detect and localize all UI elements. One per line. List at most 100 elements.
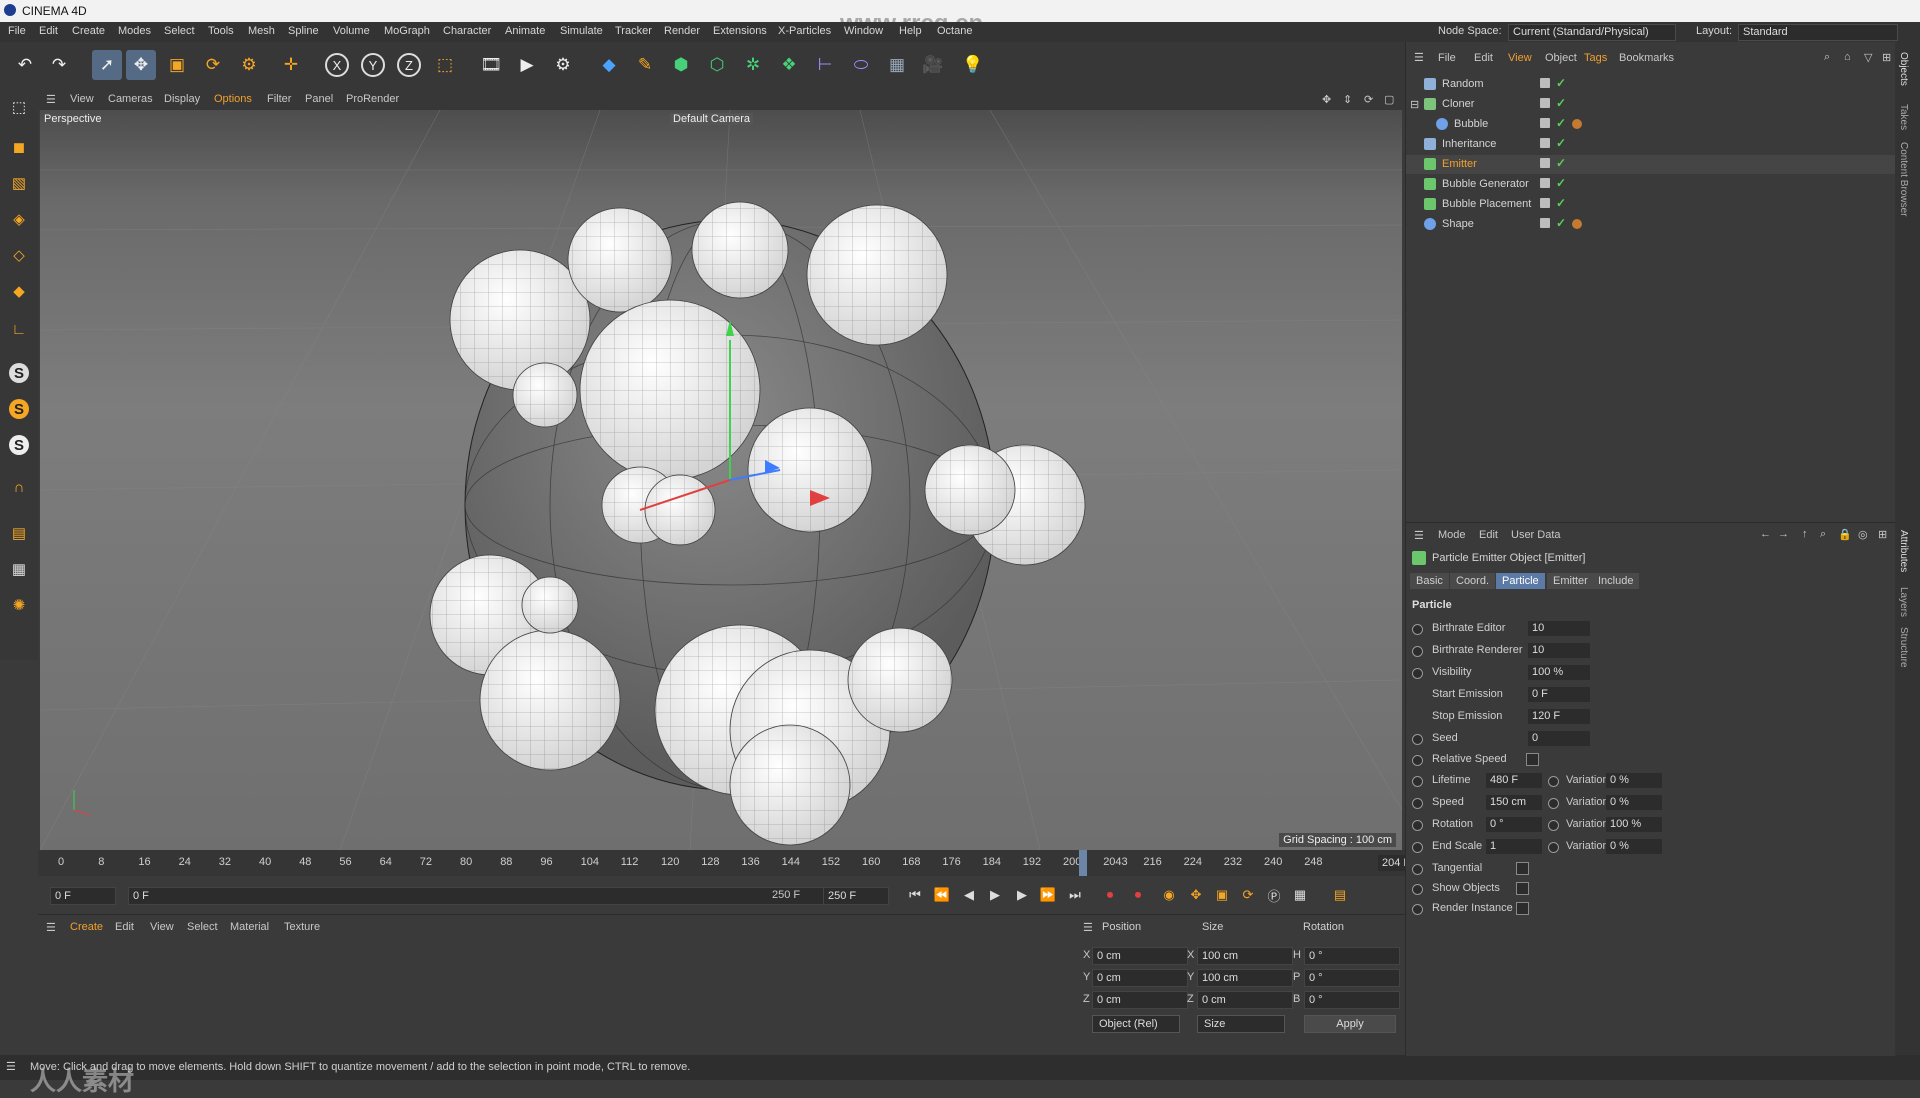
camera-label[interactable]: Default Camera <box>670 113 754 125</box>
layer-check-icon[interactable] <box>1540 98 1550 108</box>
pen-icon[interactable]: ✎ <box>630 50 660 80</box>
hamburger-icon[interactable]: ☰ <box>46 93 56 106</box>
object-row-inheritance[interactable]: Inheritance ✓ <box>1406 135 1896 154</box>
status-menu-icon[interactable]: ☰ <box>6 1060 16 1073</box>
menu-tools[interactable]: Tools <box>208 25 234 37</box>
record-keys-icon[interactable]: ⏺ <box>1099 884 1121 906</box>
vp-menu-panel[interactable]: Panel <box>305 93 333 105</box>
speed-variation-field[interactable]: 0 % <box>1606 795 1662 810</box>
material-tag-icon[interactable] <box>1572 119 1582 129</box>
make-editable-icon[interactable]: ⬚ <box>4 92 34 122</box>
vp-menu-filter[interactable]: Filter <box>267 93 291 105</box>
size-x-field[interactable]: 100 cm <box>1197 947 1293 965</box>
position-x-field[interactable]: 0 cm <box>1092 947 1188 965</box>
tab-particle[interactable]: Particle <box>1496 573 1545 589</box>
filter-icon[interactable]: ▽ <box>1864 51 1872 64</box>
layer-check-icon[interactable] <box>1540 138 1550 148</box>
enabled-check-icon[interactable]: ✓ <box>1556 176 1566 190</box>
mat-menu-view[interactable]: View <box>150 921 174 933</box>
render-region-icon[interactable]: 🎞 <box>476 50 506 80</box>
rotation-h-field[interactable]: 0 ° <box>1304 947 1400 965</box>
snap-s3-icon[interactable]: S <box>4 430 34 460</box>
target-icon[interactable]: ◎ <box>1858 528 1868 541</box>
dock-tab-content-browser[interactable]: Content Browser <box>1898 142 1909 216</box>
object-row-bubble-generator[interactable]: Bubble Generator ✓ <box>1406 175 1896 194</box>
menu-simulate[interactable]: Simulate <box>560 25 603 37</box>
lock-icon[interactable]: 🔒 <box>1838 528 1852 541</box>
z-axis-icon[interactable]: Z <box>394 50 424 80</box>
cube-icon[interactable]: ◆ <box>594 50 624 80</box>
workplane-icon[interactable]: ▤ <box>4 518 34 548</box>
mat-menu-texture[interactable]: Texture <box>284 921 320 933</box>
rotation-variation-field[interactable]: 100 % <box>1606 817 1662 832</box>
edges-mode-icon[interactable]: ◇ <box>4 240 34 270</box>
menu-xparticles[interactable]: X-Particles <box>778 25 831 37</box>
key-scale-icon[interactable]: ▣ <box>1211 884 1233 906</box>
attr-hamburger-icon[interactable]: ☰ <box>1414 529 1424 542</box>
model-mode-icon[interactable]: ◼ <box>4 132 34 162</box>
size-y-field[interactable]: 100 cm <box>1197 969 1293 987</box>
light-icon[interactable]: 💡 <box>958 50 988 80</box>
enabled-check-icon[interactable]: ✓ <box>1556 96 1566 110</box>
layer-check-icon[interactable] <box>1540 178 1550 188</box>
menu-create[interactable]: Create <box>72 25 105 37</box>
size-z-field[interactable]: 0 cm <box>1197 991 1293 1009</box>
cloner-icon[interactable]: ✲ <box>738 50 768 80</box>
obj-menu-object[interactable]: Object <box>1545 52 1577 64</box>
magnet-icon[interactable]: ∩ <box>4 472 34 502</box>
axis-mode-icon[interactable]: ∟ <box>4 314 34 344</box>
animate-radio-icon[interactable] <box>1412 734 1423 745</box>
layer-check-icon[interactable] <box>1540 158 1550 168</box>
search-icon[interactable]: ⌕ <box>1824 51 1830 64</box>
stop-emission-field[interactable]: 120 F <box>1528 709 1590 724</box>
layer-check-icon[interactable] <box>1540 218 1550 228</box>
snap-s-icon[interactable]: S <box>4 358 34 388</box>
animate-radio-icon[interactable] <box>1412 904 1423 915</box>
object-row-bubble[interactable]: Bubble ✓ <box>1406 115 1896 134</box>
key-rotation-icon[interactable]: ⟳ <box>1237 884 1259 906</box>
field-icon[interactable]: ⬭ <box>846 50 876 80</box>
menu-spline[interactable]: Spline <box>288 25 319 37</box>
dock-tab-structure[interactable]: Structure <box>1898 627 1909 668</box>
floor-icon[interactable]: ▦ <box>882 50 912 80</box>
vp-rotate-icon[interactable]: ⟳ <box>1364 93 1373 106</box>
mat-menu-edit[interactable]: Edit <box>115 921 134 933</box>
object-row-bubble-placement[interactable]: Bubble Placement ✓ <box>1406 195 1896 214</box>
tab-coord[interactable]: Coord. <box>1450 573 1496 589</box>
tab-basic[interactable]: Basic <box>1410 573 1449 589</box>
layer-check-icon[interactable] <box>1540 198 1550 208</box>
layout-select[interactable]: Standard <box>1738 24 1898 41</box>
start-frame-field[interactable]: 0 F <box>50 887 116 905</box>
deformer-icon[interactable]: ⊢ <box>810 50 840 80</box>
rotate-icon[interactable]: ⟳ <box>198 50 228 80</box>
enabled-check-icon[interactable]: ✓ <box>1556 76 1566 90</box>
rotation-field[interactable]: 0 ° <box>1486 817 1542 832</box>
obj-menu-edit[interactable]: Edit <box>1474 52 1493 64</box>
obj-hamburger-icon[interactable]: ☰ <box>1414 51 1424 64</box>
prev-frame-icon[interactable]: ◀ <box>958 884 980 906</box>
end-scale-field[interactable]: 1 <box>1486 839 1542 854</box>
animate-radio-icon[interactable] <box>1548 798 1559 809</box>
polygons-mode-icon[interactable]: ◆ <box>4 276 34 306</box>
dock-tab-takes[interactable]: Takes <box>1898 104 1909 130</box>
vp-menu-options[interactable]: Options <box>214 93 252 105</box>
end-frame-field[interactable]: 250 F <box>823 887 889 905</box>
relative-speed-checkbox[interactable] <box>1526 753 1539 766</box>
dock-tab-attributes[interactable]: Attributes <box>1898 530 1909 572</box>
menu-character[interactable]: Character <box>443 25 491 37</box>
array-icon[interactable]: ❖ <box>774 50 804 80</box>
attr-search-icon[interactable]: ⌕ <box>1820 528 1826 541</box>
animate-radio-icon[interactable] <box>1412 842 1423 853</box>
mat-menu-material[interactable]: Material <box>230 921 269 933</box>
node-space-select[interactable]: Current (Standard/Physical) <box>1508 24 1676 41</box>
next-key-icon[interactable]: ⏩ <box>1037 884 1059 906</box>
obj-menu-file[interactable]: File <box>1438 52 1456 64</box>
points-mode-icon[interactable]: ◈ <box>4 204 34 234</box>
coord-mode-select[interactable]: Object (Rel) <box>1092 1015 1180 1033</box>
attr-new-panel-icon[interactable]: ⊞ <box>1878 528 1887 541</box>
playhead[interactable] <box>1079 850 1088 876</box>
coord-hamburger-icon[interactable]: ☰ <box>1083 921 1093 934</box>
menu-modes[interactable]: Modes <box>118 25 151 37</box>
vp-menu-prorender[interactable]: ProRender <box>346 93 399 105</box>
start-emission-field[interactable]: 0 F <box>1528 687 1590 702</box>
